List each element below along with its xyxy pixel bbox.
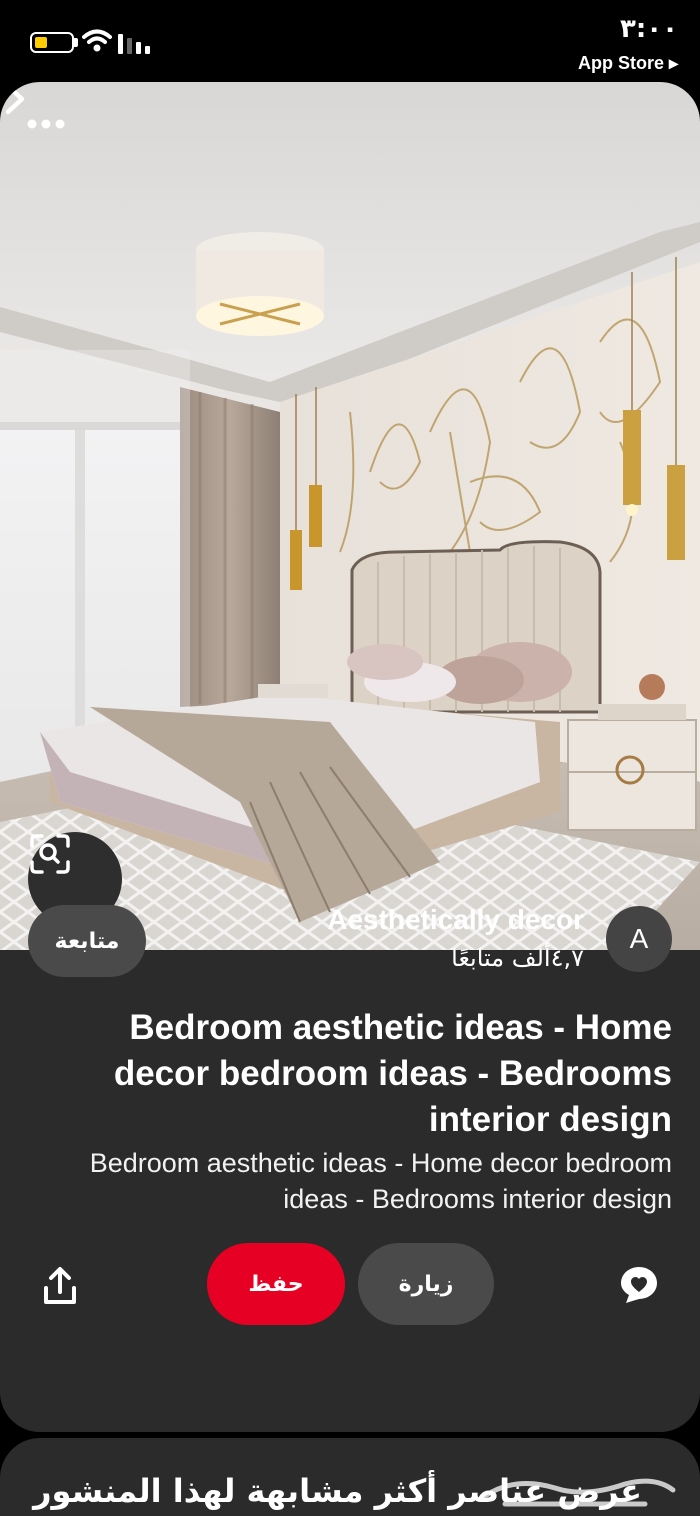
pin-description: Bedroom aesthetic ideas - Home decor bed…: [89, 1148, 672, 1214]
battery-icon: [30, 32, 74, 53]
comment-icon[interactable]: [618, 1264, 660, 1306]
battery-level-fill: [35, 37, 47, 48]
share-icon[interactable]: [38, 1264, 82, 1308]
follow-button[interactable]: متابعة: [28, 905, 146, 977]
bedroom-illustration: [0, 82, 700, 950]
haraj-watermark-logo: [482, 1478, 676, 1507]
back-to-app-store-link[interactable]: App Store ▸: [578, 53, 678, 74]
more-dots-icon: [27, 119, 65, 129]
follower-count: ٤,٧ألف متابعًا: [451, 944, 584, 972]
visual-search-icon: [30, 834, 70, 874]
pin-card: [0, 82, 700, 1432]
pin-image[interactable]: [0, 82, 700, 950]
creator-name[interactable]: Aesthetically decor: [327, 904, 584, 936]
visit-button[interactable]: زيارة: [358, 1243, 494, 1325]
status-bar: ٣:٠٠ App Store ▸: [0, 0, 700, 82]
creator-avatar[interactable]: A: [606, 906, 672, 972]
more-options-button[interactable]: [26, 118, 86, 158]
save-button[interactable]: حفظ: [207, 1243, 345, 1325]
cellular-signal-icon: [118, 34, 150, 54]
wifi-icon: [82, 29, 112, 52]
status-time: ٣:٠٠: [619, 14, 678, 44]
pin-title: Bedroom aesthetic ideas - Home decor bed…: [113, 1008, 672, 1139]
battery-tip: [74, 38, 78, 47]
chevron-right-icon[interactable]: [0, 82, 30, 116]
